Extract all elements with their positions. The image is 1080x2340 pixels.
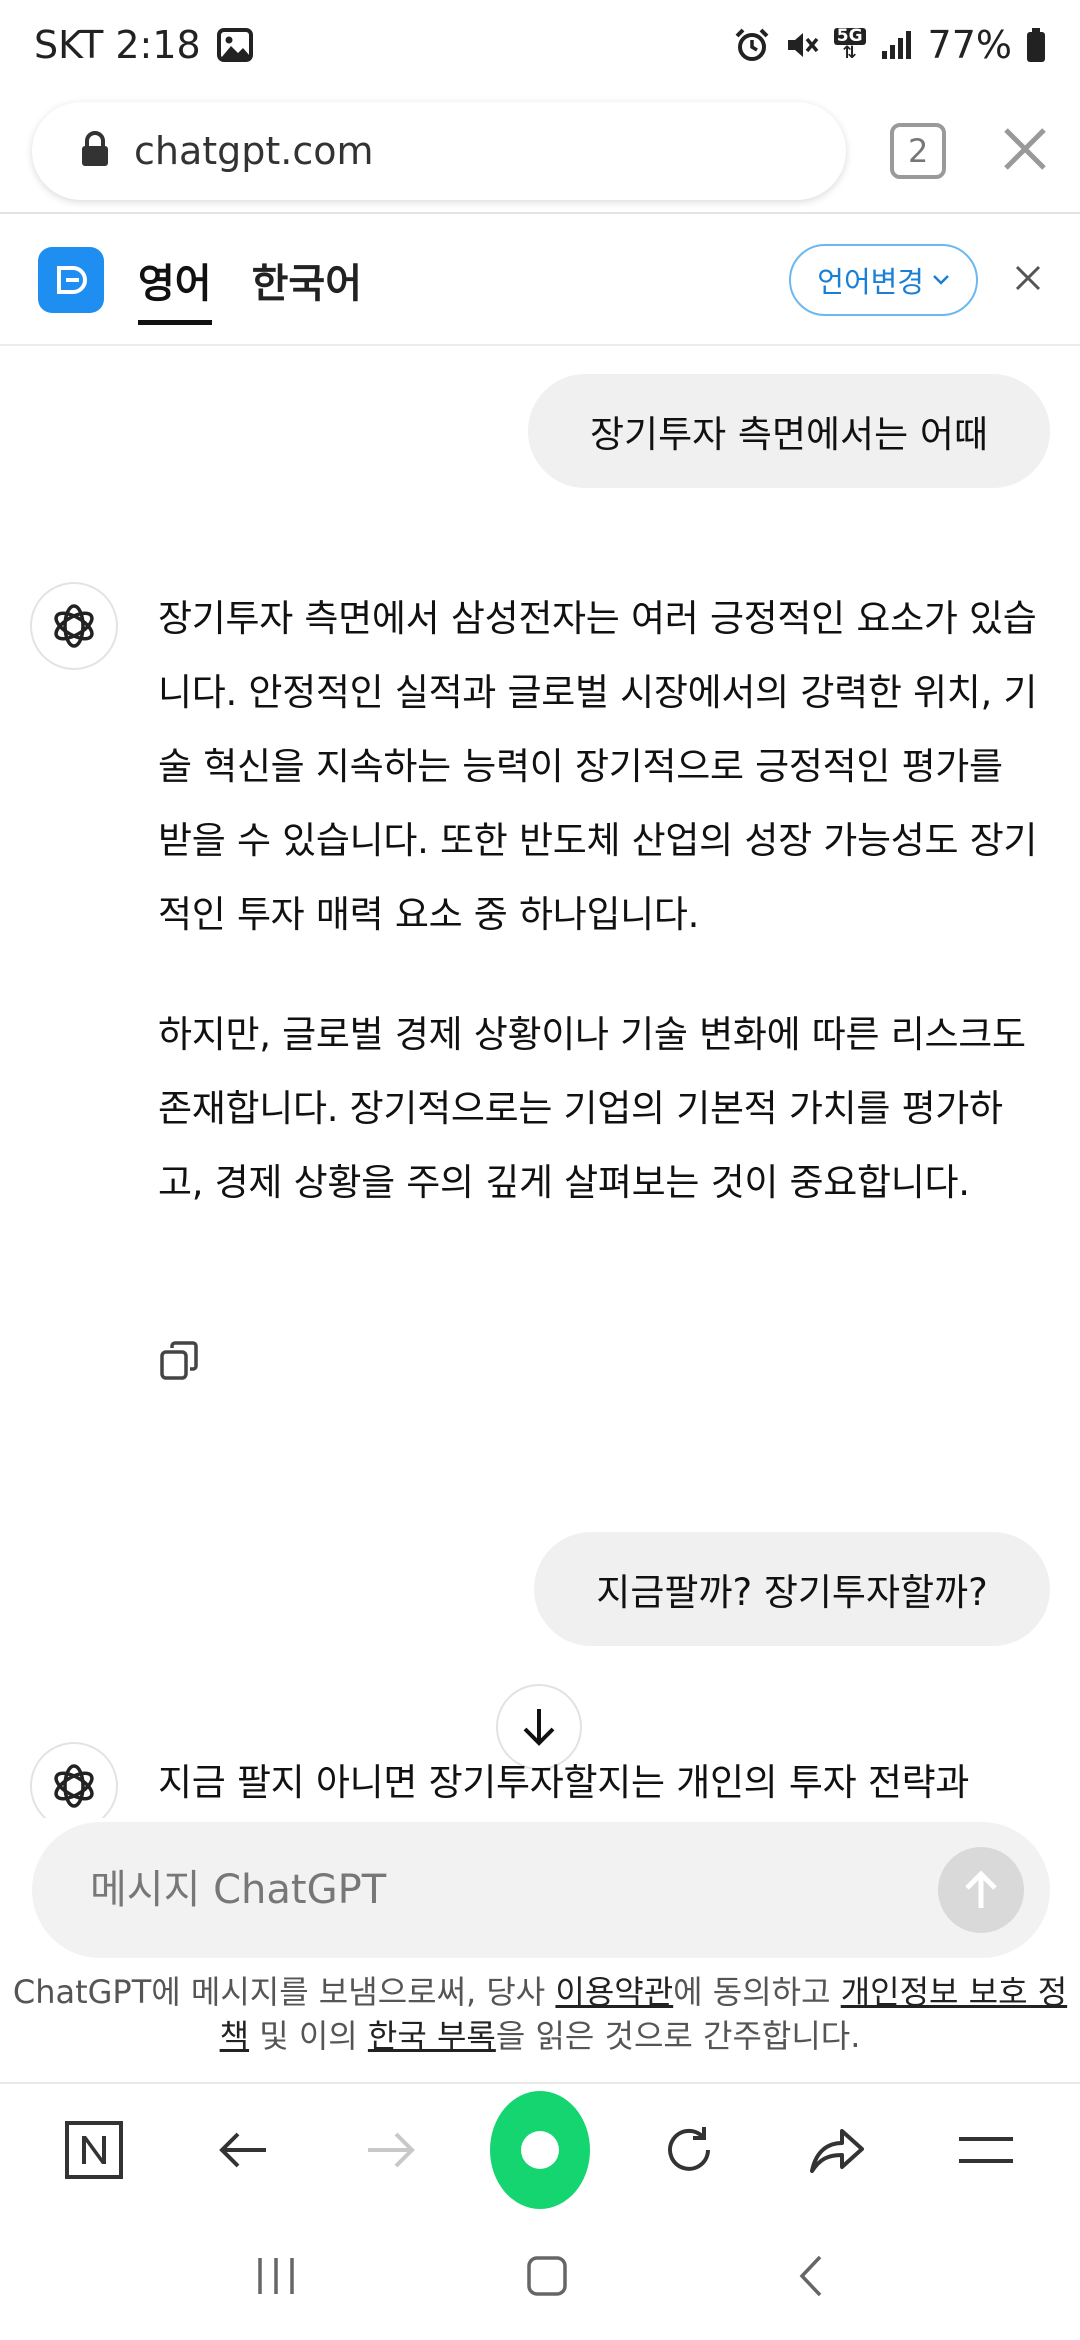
assistant-message: 장기투자 측면에서 삼성전자는 여러 긍정적인 요소가 있습니다. 안정적인 실… xyxy=(158,582,1038,1220)
disclaimer-text: 에 동의하고 xyxy=(673,1973,841,2011)
refresh-button[interactable] xyxy=(639,2100,739,2200)
arrow-up-icon xyxy=(965,1870,997,1908)
disclaimer: ChatGPT에 메시지를 보냄으로써, 당사 이용약관에 동의하고 개인정보 … xyxy=(10,1970,1070,2058)
system-navigation-bar xyxy=(0,2216,1080,2340)
back-button[interactable] xyxy=(193,2100,293,2200)
korea-addendum-link[interactable]: 한국 부록 xyxy=(368,2017,496,2055)
mute-icon xyxy=(784,27,820,63)
openai-logo-icon xyxy=(54,604,94,648)
disclaimer-text: ChatGPT에 메시지를 보냄으로써, 당사 xyxy=(12,1973,556,2011)
back-arrow-icon xyxy=(219,2132,266,2168)
translate-logo-icon xyxy=(38,247,104,313)
system-back-button[interactable] xyxy=(796,2253,826,2303)
menu-icon xyxy=(958,2137,1013,2163)
openai-logo-icon xyxy=(54,1764,94,1808)
translation-bar: 영어 한국어 언어변경 xyxy=(0,216,1080,346)
chevron-down-icon xyxy=(933,275,949,285)
language-change-button[interactable]: 언어변경 xyxy=(789,244,978,316)
battery-icon xyxy=(1026,27,1046,63)
naver-home-button[interactable] xyxy=(44,2100,144,2200)
image-icon xyxy=(216,28,253,62)
assistant-paragraph: 하지만, 글로벌 경제 상황이나 기술 변화에 따른 리스크도 존재합니다. 장… xyxy=(158,1013,1026,1204)
assistant-paragraph: 지금 팔지 아니면 장기투자할지는 개인의 투자 전략과 xyxy=(158,1761,970,1804)
green-dot-button[interactable] xyxy=(489,2091,590,2209)
share-button[interactable] xyxy=(787,2100,887,2200)
lock-icon xyxy=(80,131,110,171)
disclaimer-text: 을 읽은 것으로 간주합니다. xyxy=(495,2017,861,2055)
chatgpt-avatar xyxy=(30,582,118,670)
back-icon xyxy=(799,2255,822,2297)
refresh-icon xyxy=(667,2127,710,2171)
message-composer xyxy=(32,1822,1050,1958)
close-icon xyxy=(1004,128,1046,170)
chatgpt-avatar xyxy=(30,1742,118,1818)
copy-button[interactable] xyxy=(158,1340,200,1386)
send-button[interactable] xyxy=(938,1847,1024,1933)
url-text: chatgpt.com xyxy=(134,129,374,173)
browser-bottom-nav xyxy=(0,2082,1080,2216)
language-change-label: 언어변경 xyxy=(817,265,924,299)
browser-toolbar: chatgpt.com 2 xyxy=(0,90,1080,214)
chat-thread[interactable]: 장기투자 측면에서는 어때 장기투자 측면에서 삼성전자는 여러 긍정적인 요소… xyxy=(0,348,1080,1818)
green-dot-icon xyxy=(489,2091,590,2209)
assistant-message: 지금 팔지 아니면 장기투자할지는 개인의 투자 전략과 xyxy=(158,1746,1038,1818)
message-input[interactable] xyxy=(90,1867,910,1913)
menu-button[interactable] xyxy=(936,2100,1036,2200)
carrier-time: SKT 2:18 xyxy=(34,23,201,67)
recent-apps-button[interactable] xyxy=(254,2256,298,2300)
address-bar[interactable]: chatgpt.com xyxy=(32,102,847,200)
assistant-paragraph: 장기투자 측면에서 삼성전자는 여러 긍정적인 요소가 있습니다. 안정적인 실… xyxy=(158,597,1038,936)
home-icon xyxy=(527,2256,567,2296)
5g-icon: 5G ⇅ xyxy=(833,28,866,63)
arrow-down-icon xyxy=(523,1709,555,1746)
alarm-icon xyxy=(734,27,770,63)
tab-count-button[interactable]: 2 xyxy=(890,123,946,179)
status-bar: SKT 2:18 5G ⇅ 77% xyxy=(0,0,1080,90)
naver-n-icon xyxy=(65,2121,124,2179)
forward-button[interactable] xyxy=(341,2100,441,2200)
close-translation-button[interactable] xyxy=(1014,264,1042,296)
tab-english[interactable]: 영어 xyxy=(138,215,212,345)
home-button[interactable] xyxy=(525,2254,569,2302)
user-message: 지금팔까? 장기투자할까? xyxy=(534,1532,1050,1646)
share-icon xyxy=(810,2129,865,2173)
close-icon xyxy=(1015,265,1041,291)
terms-link[interactable]: 이용약관 xyxy=(555,1973,673,2011)
signal-icon xyxy=(880,29,914,61)
forward-arrow-icon xyxy=(368,2132,416,2168)
disclaimer-text: 및 이의 xyxy=(249,2017,368,2055)
close-browser-button[interactable] xyxy=(1002,126,1048,176)
recent-apps-icon xyxy=(257,2258,294,2294)
user-message: 장기투자 측면에서는 어때 xyxy=(528,374,1050,488)
battery-percent: 77% xyxy=(927,23,1012,67)
copy-icon xyxy=(160,1341,198,1380)
tab-korean[interactable]: 한국어 xyxy=(252,215,362,345)
data-arrows-icon: ⇅ xyxy=(842,43,857,63)
